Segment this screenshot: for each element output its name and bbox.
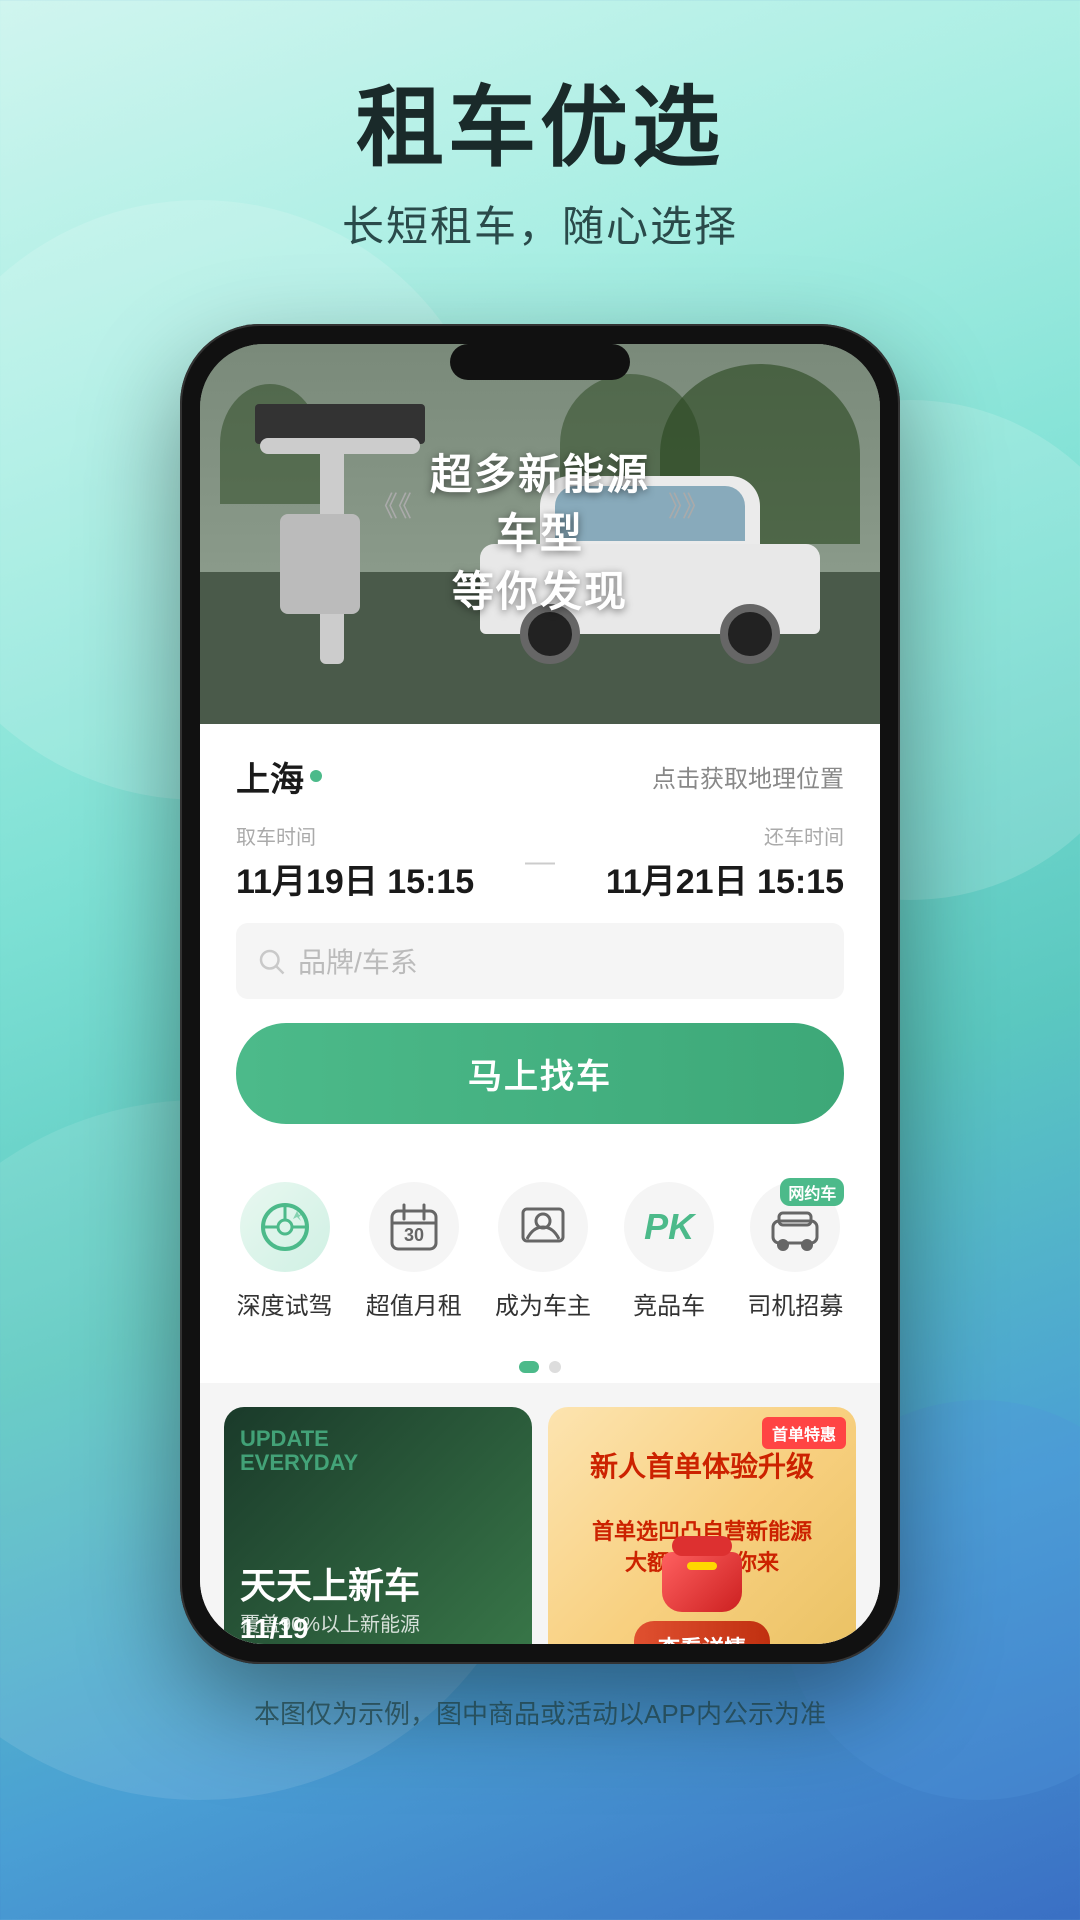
taxi-icon <box>769 1201 821 1253</box>
lucky-bag-illustration <box>652 1552 752 1632</box>
search-icon <box>256 946 286 976</box>
owner-icon-wrap <box>498 1182 588 1272</box>
phone-notch <box>450 344 630 380</box>
monthly-label: 超值月租 <box>366 1286 462 1321</box>
footer-disclaimer: 本图仅为示例，图中商品或活动以APP内公示为准 <box>0 1664 1080 1751</box>
hero-text-line1: 超多新能源车型 <box>422 446 658 564</box>
hero-text-overlay: 《《 超多新能源车型 》》 等你发现 <box>370 446 710 622</box>
find-car-button[interactable]: 马上找车 <box>236 1023 844 1124</box>
phone-mockup: 《《 超多新能源车型 》》 等你发现 上海 点击获取地理位置 <box>0 324 1080 1664</box>
return-label: 还车时间 <box>575 821 844 850</box>
dot-indicator <box>200 1351 880 1383</box>
owner-label: 成为车主 <box>495 1286 591 1321</box>
test-drive-label: 深度试驾 <box>237 1286 333 1321</box>
phone-screen: 《《 超多新能源车型 》》 等你发现 上海 点击获取地理位置 <box>200 344 880 1644</box>
daily-new-title: 天天上新车 <box>240 1564 420 1607</box>
hero-arrow-left: 《《 <box>370 484 412 524</box>
driver-icon-wrap: 网约车 <box>750 1182 840 1272</box>
time-row: 取车时间 11月19日 15:15 — 还车时间 11月21日 15:15 <box>236 821 844 903</box>
page-title: 租车优选 <box>0 80 1080 177</box>
promo-cards-section: UPDATEEVERYDAY 天天上新车 覆盖90%以上新能源 11/19/20… <box>200 1383 880 1644</box>
return-value: 11月21日 15:15 <box>575 854 844 903</box>
city-selector[interactable]: 上海 <box>236 752 322 801</box>
monthly-icon-wrap: 30 <box>369 1182 459 1272</box>
brand-placeholder: 品牌/车系 <box>298 941 418 981</box>
compare-label: 竞品车 <box>633 1286 705 1321</box>
test-drive-icon-wrap <box>240 1182 330 1272</box>
car-wheel-right <box>720 604 780 664</box>
brand-search-input[interactable]: 品牌/车系 <box>236 923 844 999</box>
pickup-time-section[interactable]: 取车时间 11月19日 15:15 <box>236 821 505 903</box>
steering-wheel-icon <box>259 1201 311 1253</box>
promo-card-daily-new[interactable]: UPDATEEVERYDAY 天天上新车 覆盖90%以上新能源 11/19/20… <box>224 1407 532 1644</box>
svg-text:30: 30 <box>404 1225 424 1245</box>
action-test-drive[interactable]: 深度试驾 <box>237 1182 333 1321</box>
compare-icon-wrap: PK <box>624 1182 714 1272</box>
charger-box <box>280 514 360 614</box>
action-become-owner[interactable]: 成为车主 <box>495 1182 591 1321</box>
new-user-cta-button[interactable]: 查看详情 <box>634 1621 770 1644</box>
action-compare[interactable]: PK 竞品车 <box>624 1182 714 1321</box>
driver-label: 司机招募 <box>747 1286 843 1321</box>
calendar-icon: 30 <box>388 1201 440 1253</box>
new-user-badge: 首单特惠 <box>762 1417 846 1449</box>
hero-banner[interactable]: 《《 超多新能源车型 》》 等你发现 <box>200 344 880 724</box>
page-subtitle: 长短租车，随心选择 <box>0 193 1080 254</box>
return-time-section[interactable]: 还车时间 11月21日 15:15 <box>575 821 844 903</box>
gps-button[interactable]: 点击获取地理位置 <box>652 759 844 794</box>
header: 租车优选 长短租车，随心选择 <box>0 0 1080 294</box>
update-text: UPDATEEVERYDAY <box>240 1427 358 1475</box>
hero-arrow-right: 》》 <box>668 484 710 524</box>
action-driver-recruit[interactable]: 网约车 司机招募 <box>747 1182 843 1321</box>
action-monthly[interactable]: 30 超值月租 <box>366 1182 462 1321</box>
daily-new-date: 11/19/2024 <box>240 1613 310 1644</box>
location-row: 上海 点击获取地理位置 <box>236 752 844 801</box>
phone-frame: 《《 超多新能源车型 》》 等你发现 上海 点击获取地理位置 <box>180 324 900 1664</box>
time-divider: — <box>505 845 575 879</box>
pk-icon: PK <box>644 1206 694 1248</box>
owner-icon <box>517 1201 569 1253</box>
promo-card-new-user[interactable]: 首单特惠 新人首单体验升级 首单选凹凸自营新能源大额优惠等你来 查看详情 <box>548 1407 856 1644</box>
location-dot-indicator <box>310 770 322 782</box>
dot-1 <box>519 1361 539 1373</box>
quick-actions-bar: 深度试驾 30 超值月租 <box>200 1152 880 1351</box>
pickup-label: 取车时间 <box>236 821 505 850</box>
hero-text-line2: 等你发现 <box>370 563 710 622</box>
dot-2 <box>549 1361 561 1373</box>
search-panel: 上海 点击获取地理位置 取车时间 11月19日 15:15 — 还车时间 11月… <box>200 724 880 1152</box>
city-name: 上海 <box>236 752 304 801</box>
driver-badge: 网约车 <box>780 1178 844 1206</box>
pickup-value: 11月19日 15:15 <box>236 854 505 903</box>
new-user-title: 新人首单体验升级 <box>564 1447 840 1486</box>
